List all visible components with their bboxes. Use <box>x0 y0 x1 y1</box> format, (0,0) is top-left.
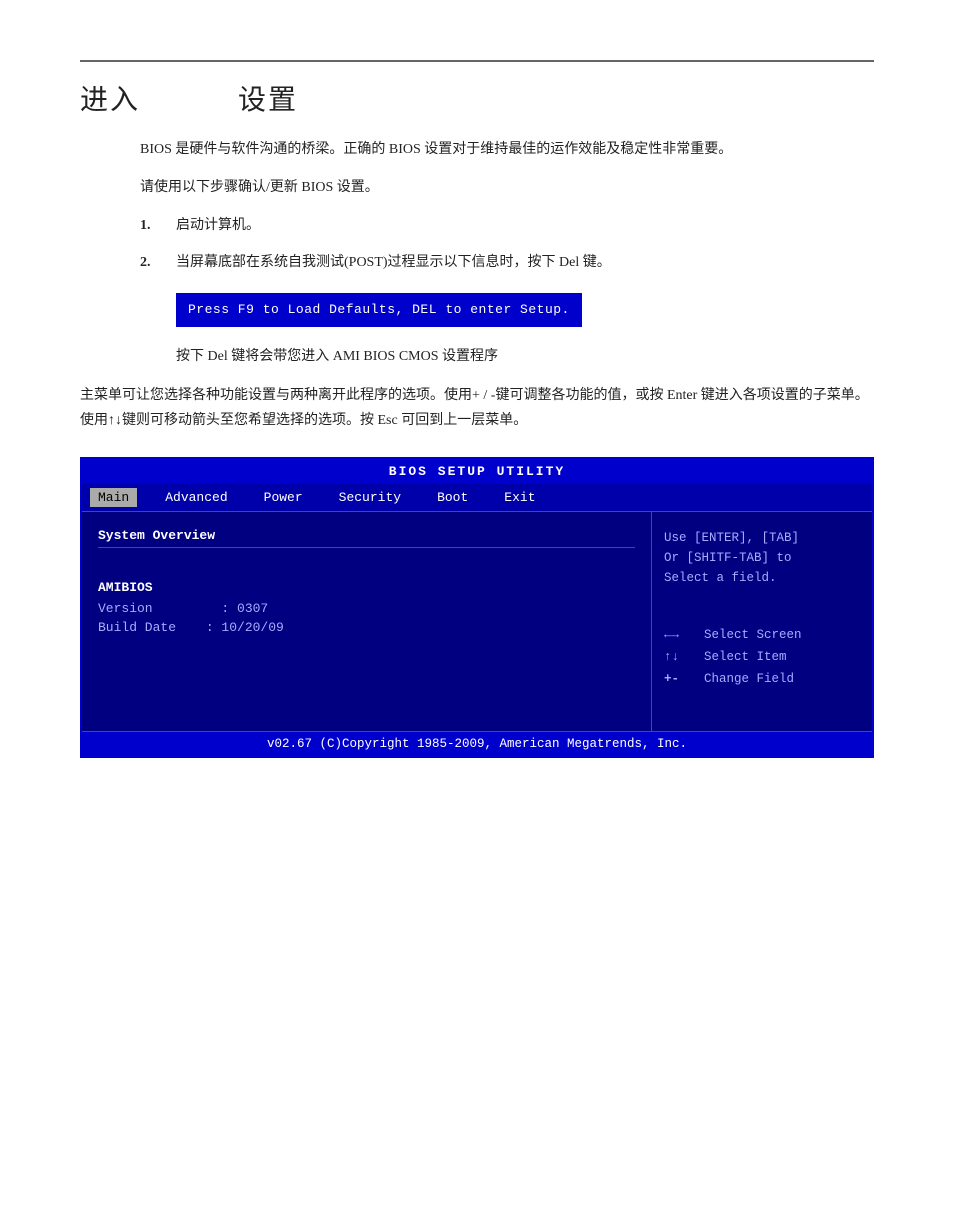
bios-subsection-amibios: AMIBIOS <box>98 580 635 595</box>
step-2-sub: 按下 Del 键将会带您进入 AMI BIOS CMOS 设置程序 <box>176 345 611 369</box>
bios-title-bar: BIOS SETUP UTILITY <box>82 459 872 484</box>
bios-nav-exit[interactable]: Exit <box>496 488 543 507</box>
select-item-label: Select Item <box>704 650 787 664</box>
bios-builddate-label: Build Date <box>98 620 198 635</box>
intro-para-2: 请使用以下步骤确认/更新 BIOS 设置。 <box>140 176 874 200</box>
step-2: 2. 当屏幕底部在系统自我测试(POST)过程显示以下信息时，按下 Del 键。… <box>140 251 874 369</box>
bios-nav-security[interactable]: Security <box>331 488 409 507</box>
step-1-content: 启动计算机。 <box>176 214 260 238</box>
intro-para-1: BIOS 是硬件与软件沟通的桥梁。正确的 BIOS 设置对于维持最佳的运作效能及… <box>140 138 874 162</box>
bios-body: System Overview AMIBIOS Version : 0307 B… <box>82 511 872 731</box>
bios-nav-main[interactable]: Main <box>90 488 137 507</box>
steps-container: 1. 启动计算机。 2. 当屏幕底部在系统自我测试(POST)过程显示以下信息时… <box>140 214 874 369</box>
bios-shortcut-ud: ↑↓ Select Item <box>664 650 860 664</box>
bios-section-title: System Overview <box>98 528 635 548</box>
bios-version-label: Version <box>98 601 198 616</box>
bios-right-panel: Use [ENTER], [TAB] Or [SHITF-TAB] to Sel… <box>652 512 872 731</box>
step-1-num: 1. <box>140 214 176 238</box>
step-2-content: 当屏幕底部在系统自我测试(POST)过程显示以下信息时，按下 Del 键。 Pr… <box>176 251 611 369</box>
code-block: Press F9 to Load Defaults, DEL to enter … <box>176 293 582 327</box>
bios-nav-boot[interactable]: Boot <box>429 488 476 507</box>
select-screen-label: Select Screen <box>704 628 802 642</box>
bios-box: BIOS SETUP UTILITY Main Advanced Power S… <box>80 457 874 758</box>
bios-left-panel: System Overview AMIBIOS Version : 0307 B… <box>82 512 652 731</box>
bios-nav: Main Advanced Power Security Boot Exit <box>82 484 872 511</box>
step-1: 1. 启动计算机。 <box>140 214 874 238</box>
page-title: 进入 设置 <box>80 78 874 118</box>
bios-nav-advanced[interactable]: Advanced <box>157 488 235 507</box>
top-rule <box>80 60 874 62</box>
bios-item-version: Version : 0307 <box>98 601 635 616</box>
bios-item-builddate: Build Date : 10/20/09 <box>98 620 635 635</box>
main-para: 主菜单可让您选择各种功能设置与两种离开此程序的选项。使用+ / -键可调整各功能… <box>80 383 874 433</box>
change-field-label: Change Field <box>704 672 794 686</box>
step-2-num: 2. <box>140 251 176 369</box>
bios-footer: v02.67 (C)Copyright 1985-2009, American … <box>82 731 872 756</box>
bios-hint-use-enter: Use [ENTER], [TAB] Or [SHITF-TAB] to Sel… <box>664 528 860 588</box>
bios-shortcut-pm: +- Change Field <box>664 672 860 686</box>
bios-version-value: 0307 <box>237 601 268 616</box>
bios-builddate-value: 10/20/09 <box>221 620 283 635</box>
bios-nav-power[interactable]: Power <box>256 488 311 507</box>
bios-shortcut-lr: ←→ Select Screen <box>664 628 860 642</box>
